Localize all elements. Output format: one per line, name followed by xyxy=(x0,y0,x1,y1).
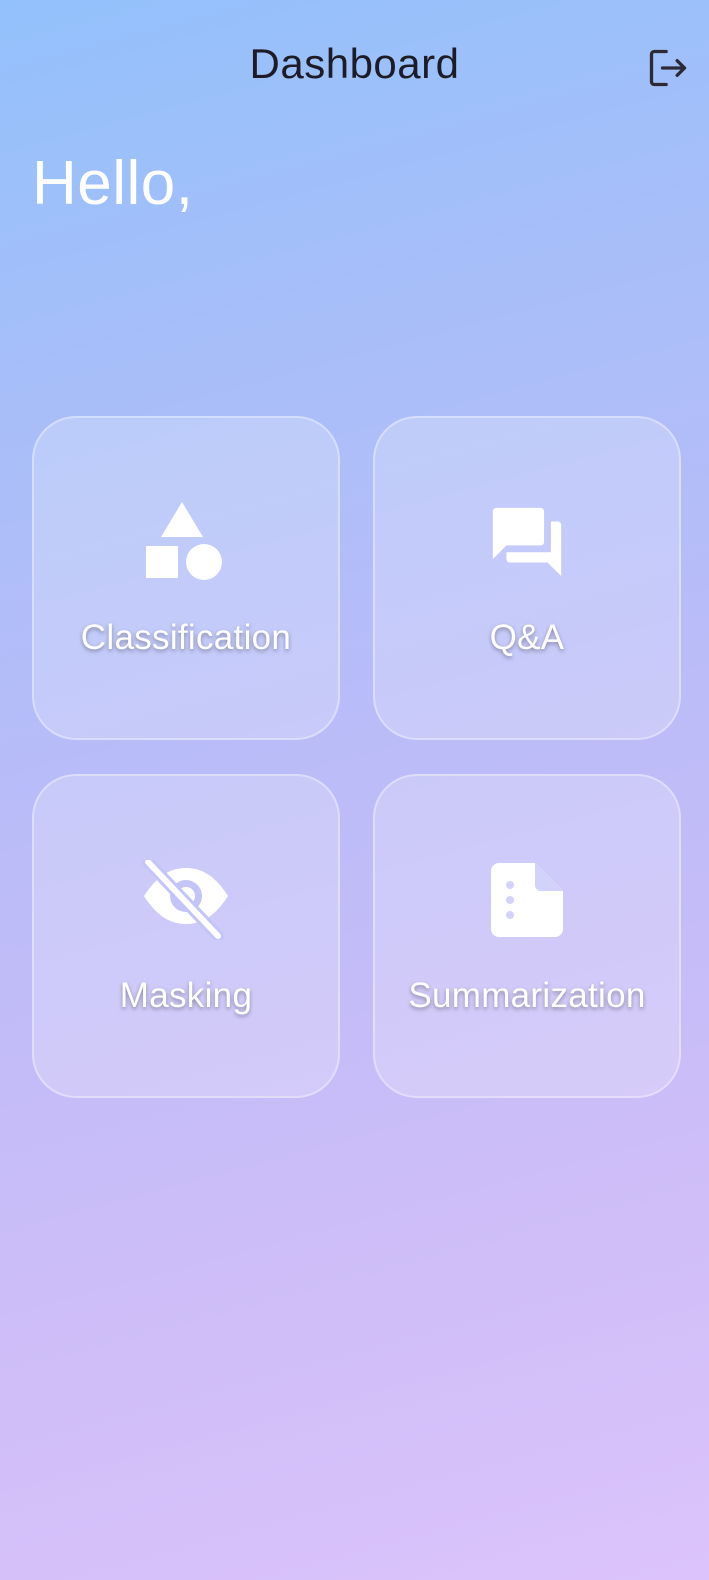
shapes-icon xyxy=(34,498,338,586)
summarization-label: Summarization xyxy=(408,976,646,1015)
visibility-off-icon xyxy=(34,856,338,944)
forum-icon xyxy=(375,498,679,586)
classification-card[interactable]: Classification xyxy=(32,416,340,740)
qa-card[interactable]: Q&A xyxy=(373,416,681,740)
logout-button[interactable] xyxy=(644,44,692,92)
page-title: Dashboard xyxy=(249,40,460,87)
qa-label: Q&A xyxy=(489,618,565,657)
masking-card[interactable]: Masking xyxy=(32,774,340,1098)
summarize-icon xyxy=(375,856,679,944)
app-bar: Dashboard xyxy=(0,0,709,132)
masking-label: Masking xyxy=(119,976,253,1015)
summarization-card[interactable]: Summarization xyxy=(373,774,681,1098)
greeting-text: Hello, xyxy=(32,149,194,218)
classification-label: Classification xyxy=(80,618,292,657)
logout-icon xyxy=(649,49,687,87)
